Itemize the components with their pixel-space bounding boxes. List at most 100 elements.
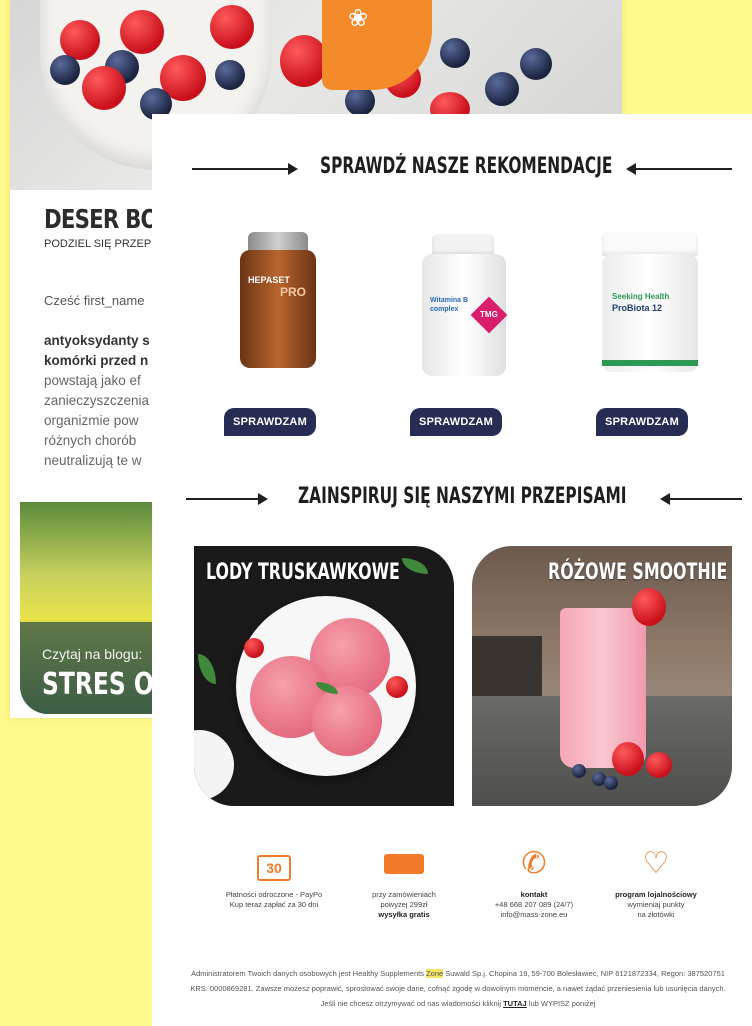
bold-paragraph: antyoksydanty s komórki przed n (44, 331, 150, 371)
strawberry (386, 676, 408, 698)
calendar-number: 30 (257, 855, 291, 881)
strawberry (210, 5, 254, 49)
feature-text: kontakt +48 668 207 089 (24/7) info@mass… (474, 890, 594, 920)
strawberry (244, 638, 264, 658)
article-subtitle: PODZIEL SIĘ PRZEPI (44, 238, 155, 250)
recipe-card-ice-cream[interactable]: LODY TRUSKAWKOWE (194, 546, 454, 806)
leaf-icon: ❀ (348, 5, 369, 32)
feature-text: przy zamówieniach powyżej 299zł wysyłka … (344, 890, 464, 920)
feature-line: Kup teraz zapłać za 30 dni (229, 900, 319, 909)
recipe-title: LODY TRUSKAWKOWE (206, 560, 400, 585)
truck-shape (384, 854, 424, 874)
blueberry (215, 60, 245, 90)
feature-line: program lojalnościowy (615, 890, 697, 899)
arrow-right-icon (288, 163, 298, 175)
greeting: Cześć first_name (44, 293, 145, 308)
product-label: Seeking Health (612, 292, 670, 301)
footer-text-part: lub WYPISZ poniżej (526, 999, 596, 1008)
recommend-heading: SPRAWDŹ NASZE REKOMENDACJE (152, 154, 752, 184)
strawberry (280, 35, 328, 87)
blog-label: Czytaj na blogu: (42, 646, 143, 662)
delivery-truck-icon (344, 844, 464, 884)
phone-icon: ✆ (521, 847, 547, 880)
feature-text: Płatności odroczone - PayPo Kup teraz za… (214, 890, 334, 910)
blueberry (604, 776, 618, 790)
feature-line: przy zamówieniach (372, 890, 436, 899)
feature-line: powyżej 299zł (380, 900, 428, 909)
heading-text: ZAINSPIRUJ SIĘ NASZYMI PRZEPISAMI (298, 484, 627, 509)
blueberry (520, 48, 552, 80)
strawberry (120, 10, 164, 54)
feature-text: program lojalnościowy wymieniaj punkty n… (596, 890, 716, 920)
strawberry (82, 66, 126, 110)
feature-line[interactable]: +48 668 207 089 (24/7) (474, 900, 594, 910)
blueberry (50, 55, 80, 85)
feature-line: na złotówki (637, 910, 675, 919)
recipes-heading: ZAINSPIRUJ SIĘ NASZYMI PRZEPISAMI (152, 484, 752, 514)
blueberry (572, 764, 586, 778)
arrow-left-icon (660, 493, 670, 505)
footer-text-part: Administratorem Twoich danych osobowych … (191, 969, 427, 978)
text-line: komórki przed n (44, 353, 149, 368)
arrow-line-right (636, 168, 732, 170)
recipe-card-smoothie[interactable]: RÓŻOWE SMOOTHIE (472, 546, 732, 806)
panel-edge (152, 114, 172, 1026)
ice-cream-plate (236, 596, 416, 776)
check-product-button[interactable]: SPRAWDZAM (596, 408, 688, 436)
jar-lid (602, 232, 698, 256)
jar-body (602, 254, 698, 372)
arrow-line-left (186, 498, 258, 500)
blueberry (440, 38, 470, 68)
ice-cream-scoop (312, 686, 382, 756)
side-plate (194, 730, 234, 800)
product-label: PRO (280, 285, 307, 299)
strawberry (646, 752, 672, 778)
product-label: HEPASET (248, 275, 290, 285)
heading-text: SPRAWDŹ NASZE REKOMENDACJE (320, 154, 613, 179)
strawberry (632, 588, 666, 626)
check-product-button[interactable]: SPRAWDZAM (410, 408, 502, 436)
feature-free-shipping: przy zamówieniach powyżej 299zł wysyłka … (344, 844, 464, 920)
feature-paypo: 30 Płatności odroczone - PayPo Kup teraz… (214, 844, 334, 910)
text-line: powstają jako ef (44, 373, 141, 388)
jar-lid (248, 232, 308, 252)
product-label: ProBiota 12 (612, 303, 663, 313)
heart-icon: ♡ (642, 847, 670, 880)
background-furniture (472, 636, 542, 696)
recipe-title: RÓŻOWE SMOOTHIE (548, 560, 728, 585)
feature-line: Płatności odroczone - PayPo (225, 890, 323, 899)
blueberry (485, 72, 519, 106)
jar-lid (432, 234, 494, 256)
contact-email-link[interactable]: info@mass-zone.eu (474, 910, 594, 920)
arrow-left-icon (626, 163, 636, 175)
feature-loyalty: ♡ program lojalnościowy wymieniaj punkty… (596, 844, 716, 920)
check-product-button[interactable]: SPRAWDZAM (224, 408, 316, 436)
text-line: neutralizują te w (44, 453, 142, 468)
calendar-30-icon: 30 (214, 844, 334, 884)
blueberry (345, 86, 375, 116)
strawberry (60, 20, 100, 60)
product-label: Witamina B complex (430, 297, 469, 313)
feature-line: wysyłka gratis (378, 910, 430, 919)
text-line: antyoksydanty s (44, 333, 150, 348)
arrow-line-right (670, 498, 742, 500)
text-line: zanieczyszczenia (44, 393, 150, 408)
label-stripe (602, 360, 698, 366)
arrow-right-icon (258, 493, 268, 505)
feature-line: kontakt (520, 890, 548, 899)
footer-highlight: Zone (426, 969, 444, 978)
arrow-line-left (192, 168, 288, 170)
body-paragraph: powstają jako ef zanieczyszczenia organi… (44, 371, 149, 471)
jar-body (240, 250, 316, 368)
feature-contact: ✆ kontakt +48 668 207 089 (24/7) info@ma… (474, 844, 594, 920)
mint-leaf (198, 654, 216, 684)
strawberry (612, 742, 644, 776)
mint-leaf (402, 558, 428, 574)
gdpr-footer: Administratorem Twoich danych osobowych … (188, 966, 728, 1011)
text-line: organizmie pow (44, 413, 139, 428)
unsubscribe-link[interactable]: TUTAJ (503, 999, 527, 1008)
feature-line: wymieniaj punkty (627, 900, 685, 909)
front-email-panel: SPRAWDŹ NASZE REKOMENDACJE HEPASET PRO S… (152, 114, 752, 1026)
text-line: różnych chorób (44, 433, 137, 448)
product-label: TMG (480, 310, 498, 319)
